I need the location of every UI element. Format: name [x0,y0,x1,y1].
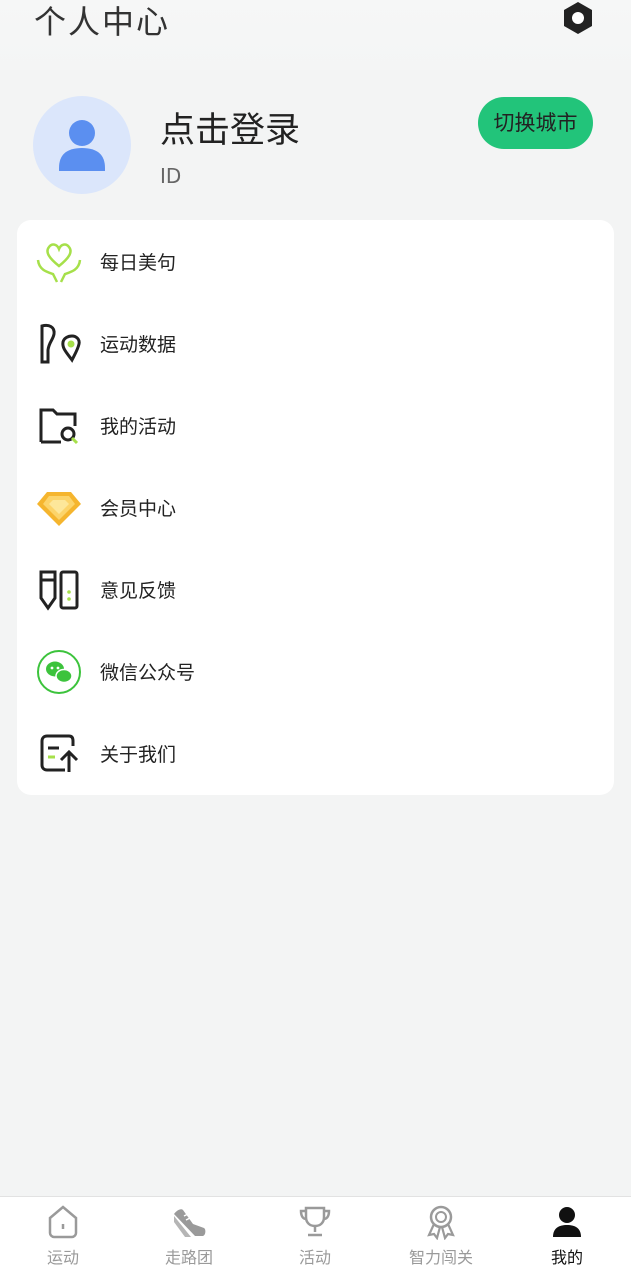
menu-item-daily-quote[interactable]: 每日美句 [17,222,614,304]
menu-item-membership[interactable]: 会员中心 [17,468,614,550]
menu-item-about[interactable]: 关于我们 [17,714,614,796]
menu-card: 每日美句 运动数据 我的活动 会员中心 意见反馈 微信公众号 关于我们 [17,220,614,795]
menu-item-label: 运动数据 [100,334,177,356]
tab-activities[interactable]: 活动 [252,1197,378,1281]
tab-walking-group[interactable]: 走路团 [126,1197,252,1281]
shoe-location-icon [40,323,81,364]
tab-mine[interactable]: 我的 [504,1197,630,1281]
menu-item-label: 关于我们 [100,744,177,766]
menu-item-label: 微信公众号 [100,662,196,684]
menu-item-feedback[interactable]: 意见反馈 [17,550,614,632]
trophy-icon [299,1206,331,1237]
medal-icon [427,1205,455,1240]
wechat-icon [37,650,81,694]
menu-item-my-activities[interactable]: 我的活动 [17,386,614,468]
about-icon [40,734,79,772]
switch-city-button[interactable]: 切换城市 [478,97,593,149]
user-icon [553,1207,581,1237]
menu-item-sport-data[interactable]: 运动数据 [17,304,614,386]
settings-icon[interactable] [560,0,596,36]
page-title: 个人中心 [34,3,171,41]
bottom-tab-bar: 运动 走路团 活动 智力闯关 我的 [0,1196,631,1281]
heart-hands-icon [36,243,82,283]
menu-item-label: 意见反馈 [100,580,177,602]
tab-sport[interactable]: 运动 [0,1197,126,1281]
folder-search-icon [39,408,79,445]
tab-label: 走路团 [164,1248,213,1267]
tab-label: 活动 [298,1248,331,1267]
menu-item-label: 会员中心 [100,498,177,520]
login-link[interactable]: 点击登录 [160,108,300,154]
tab-brain-challenge[interactable]: 智力闯关 [378,1197,504,1281]
menu-item-wechat[interactable]: 微信公众号 [17,632,614,714]
tab-label: 智力闯关 [408,1248,473,1267]
sneaker-icon [174,1209,206,1237]
menu-item-label: 我的活动 [100,416,177,438]
tab-label: 运动 [46,1248,79,1267]
tab-label: 我的 [550,1248,583,1267]
header: 个人中心 [0,0,631,70]
user-avatar-icon [59,120,105,171]
diamond-icon [37,492,81,526]
user-id-label: ID [160,164,182,188]
menu-item-label: 每日美句 [100,252,177,274]
avatar[interactable] [33,96,131,194]
house-icon [48,1205,78,1239]
feedback-icon [39,570,79,611]
